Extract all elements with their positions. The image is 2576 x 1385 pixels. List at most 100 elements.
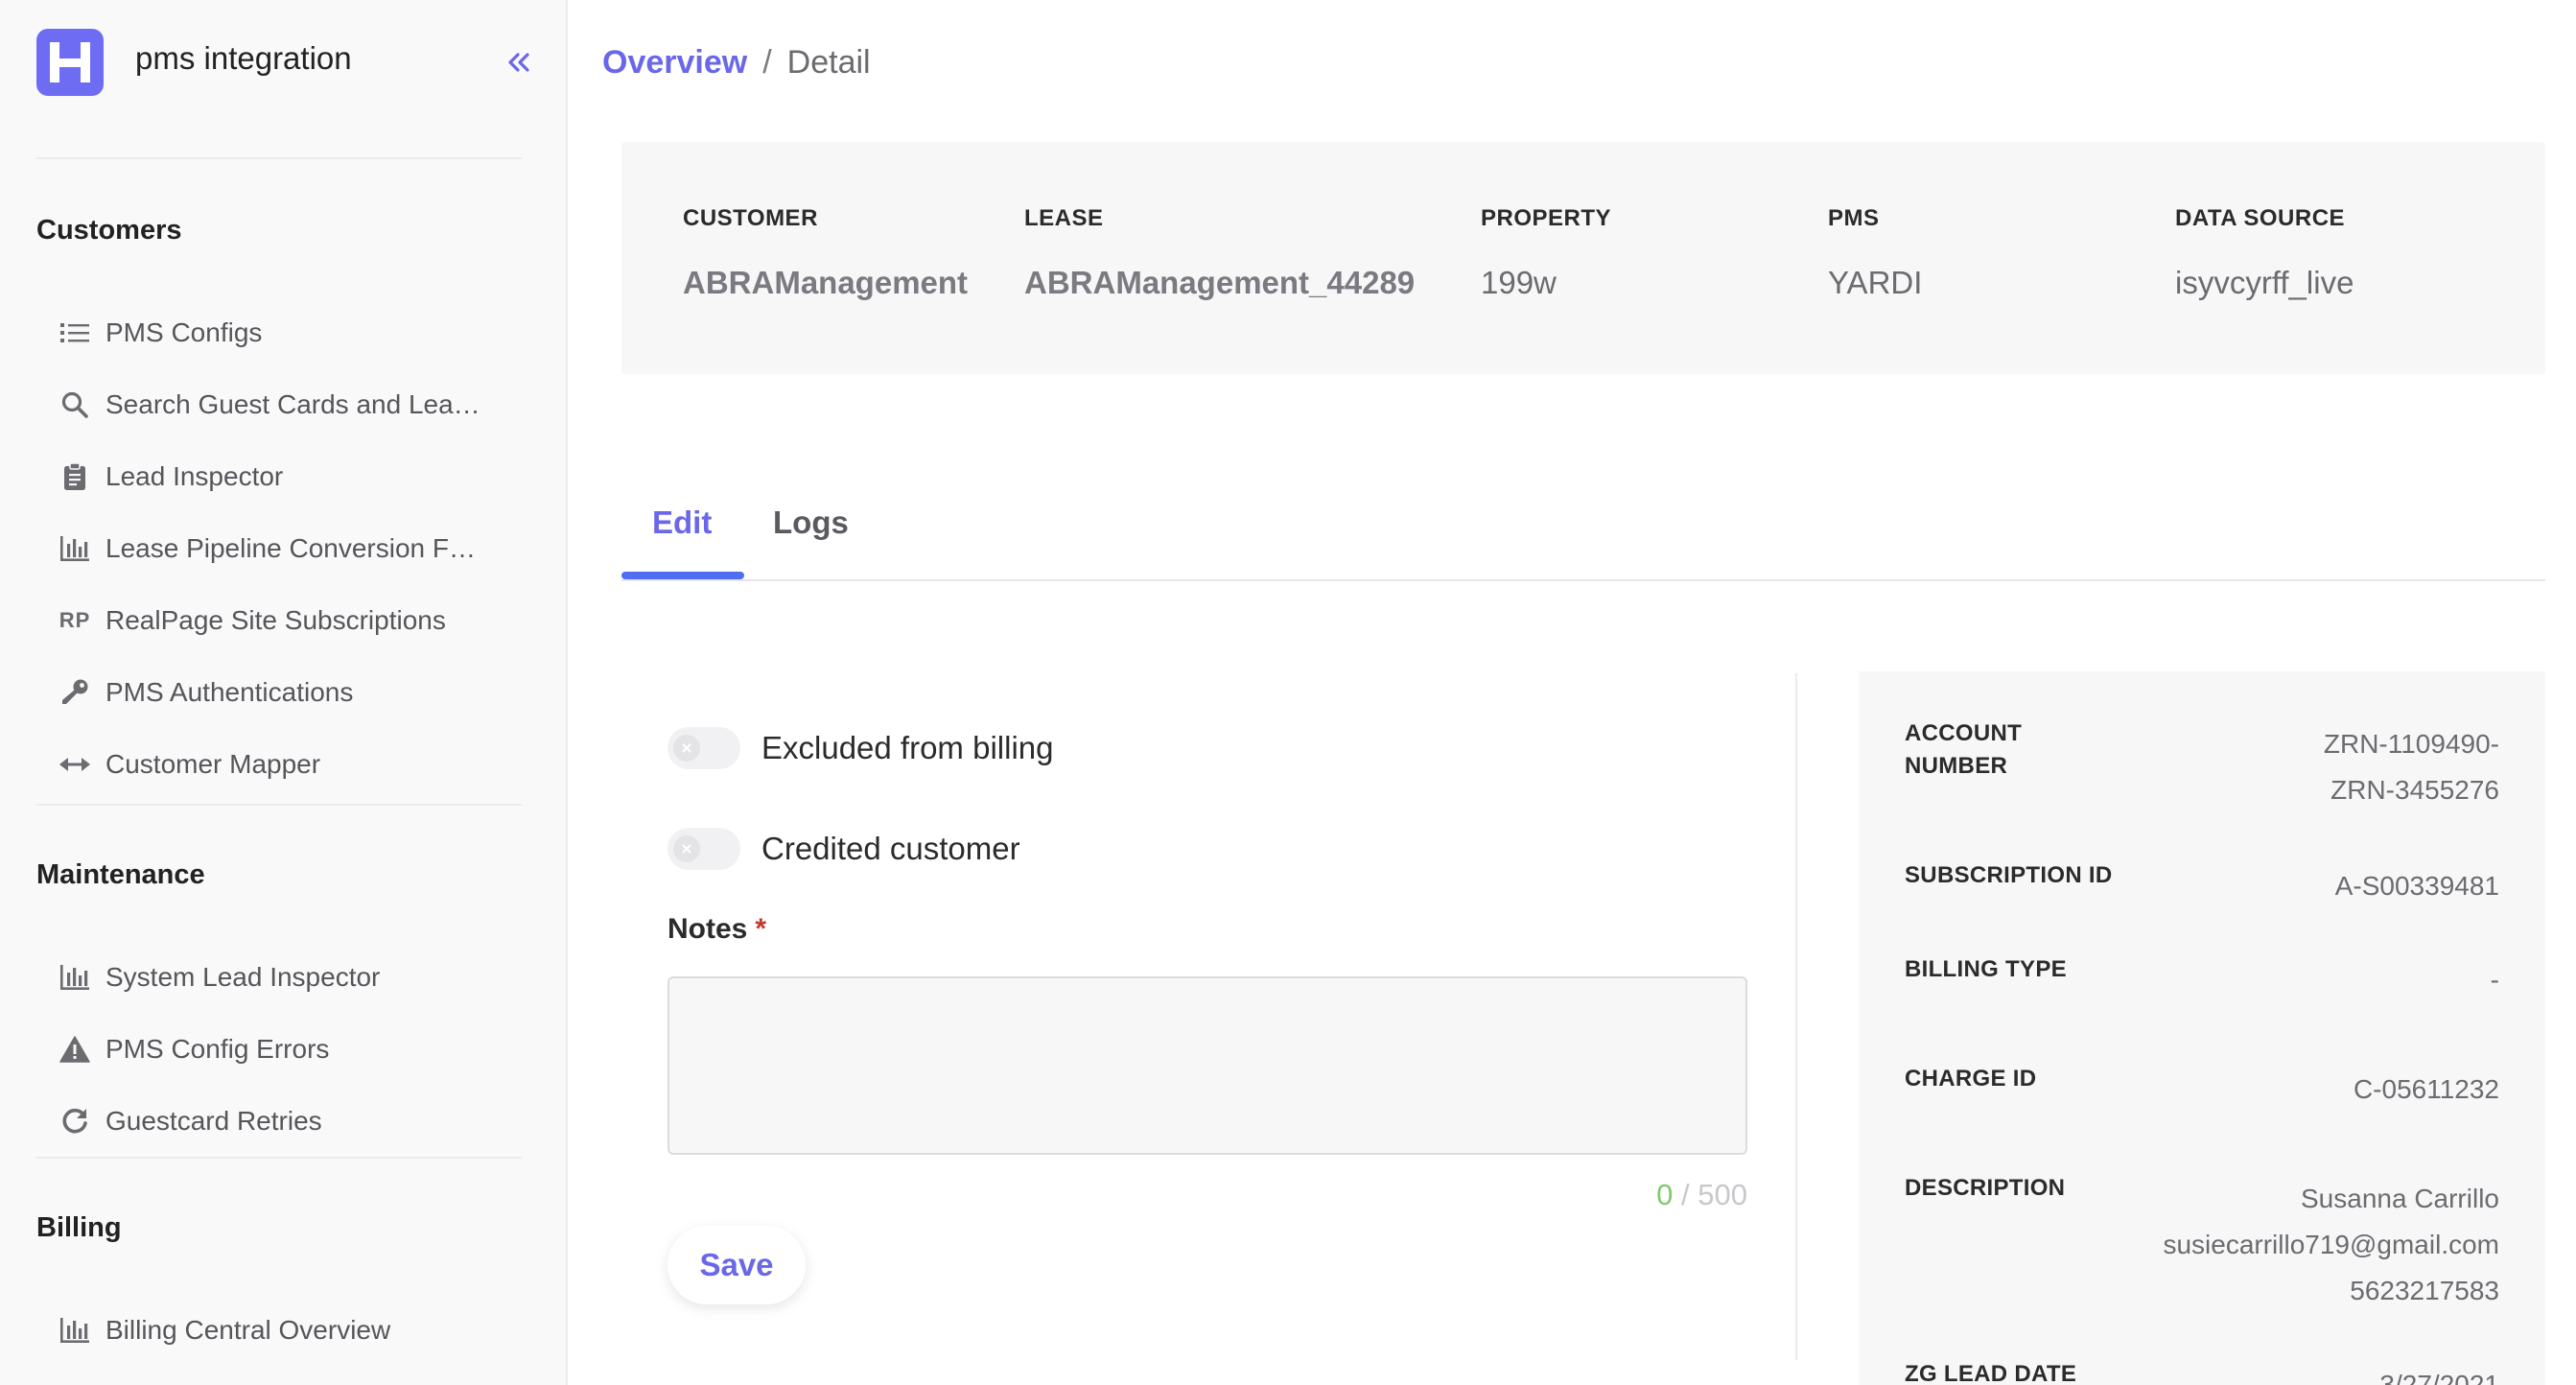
account-number-label-line1: ACCOUNT: [1905, 720, 2023, 746]
rp-icon: RP: [59, 608, 91, 632]
clipboard-icon: [50, 449, 100, 505]
sidebar-item-realpage-subscriptions[interactable]: RP RealPage Site Subscriptions: [36, 593, 522, 648]
sidebar-item-guestcard-retries[interactable]: Guestcard Retries: [36, 1093, 522, 1149]
summary-lease: LEASE ABRAManagement_44289: [1024, 205, 1415, 301]
excluded-from-billing-toggle[interactable]: [667, 727, 740, 769]
counter-current: 0: [1656, 1178, 1674, 1211]
credited-customer-toggle[interactable]: [667, 828, 740, 870]
brand: pms integration: [36, 29, 535, 96]
sidebar-item-label: PMS Configs: [105, 317, 263, 347]
panel-divider: [1795, 673, 1797, 1360]
bar-chart-icon: [50, 521, 100, 576]
credited-customer-label: Credited customer: [761, 831, 1020, 866]
billing-details-panel: ACCOUNT NUMBER ZRN-1109490- ZRN-3455276 …: [1859, 671, 2545, 1385]
breadcrumb-overview-link[interactable]: Overview: [602, 44, 747, 82]
sidebar-item-lead-inspector[interactable]: Lead Inspector: [36, 449, 522, 505]
sidebar-item-label: RealPage Site Subscriptions: [105, 605, 446, 635]
summary-customer-value: ABRAManagement: [683, 265, 969, 300]
sidebar-item-label: Search Guest Cards and Leases: [105, 389, 481, 419]
section-title-customers: Customers: [36, 215, 182, 246]
detail-tabs: Edit Logs: [621, 480, 2545, 581]
app-name: pms integration: [135, 40, 352, 76]
summary-property-label: PROPERTY: [1481, 205, 1612, 231]
description-value: Susanna Carrillo susiecarrillo719@gmail.…: [2163, 1176, 2499, 1314]
section-title-billing: Billing: [36, 1212, 122, 1243]
sidebar-item-billing-central-overview[interactable]: Billing Central Overview: [36, 1303, 522, 1358]
notes-char-counter: 0 / 500: [1534, 1178, 1747, 1212]
subscription-id-label: SUBSCRIPTION ID: [1905, 862, 2113, 888]
summary-property: PROPERTY 199w: [1481, 205, 1611, 301]
notes-textarea[interactable]: [667, 976, 1747, 1155]
notes-label-text: Notes: [667, 913, 748, 945]
sidebar-item-pms-config-errors[interactable]: PMS Config Errors: [36, 1021, 522, 1077]
credited-customer-row: Credited customer: [667, 828, 1020, 870]
h-logo-icon: [50, 42, 90, 82]
app-root: pms integration Customers PMS Configs Se…: [0, 0, 2576, 1385]
refresh-icon: [50, 1093, 100, 1149]
summary-property-value: 199w: [1481, 265, 1557, 300]
close-icon: [682, 844, 691, 854]
required-asterisk: *: [755, 913, 767, 945]
sidebar-item-customer-mapper[interactable]: Customer Mapper: [36, 737, 522, 792]
counter-max: 500: [1698, 1178, 1747, 1211]
notes-label: Notes *: [667, 913, 766, 946]
subscription-id-value: A-S00339481: [2334, 871, 2499, 901]
sidebar-item-label: PMS Authentications: [105, 677, 354, 707]
sidebar-item-label: Customer Mapper: [105, 749, 321, 779]
summary-data-source-label: DATA SOURCE: [2175, 205, 2346, 231]
double-chevron-left-icon: [508, 53, 529, 72]
breadcrumb: Overview / Detail: [602, 44, 871, 82]
excluded-from-billing-row: Excluded from billing: [667, 727, 1053, 769]
close-icon: [682, 743, 691, 753]
counter-separator: /: [1673, 1178, 1698, 1211]
charge-id-value: C-05611232: [2353, 1074, 2499, 1104]
sidebar-item-lease-pipeline[interactable]: Lease Pipeline Conversion Funnel: [36, 521, 522, 576]
summary-pms: PMS YARDI: [1828, 205, 1922, 301]
save-button[interactable]: Save: [667, 1226, 806, 1304]
sidebar-item-label: Lead Inspector: [105, 461, 284, 491]
zg-lead-date-value: 3/27/2021: [2379, 1370, 2499, 1385]
charge-id-label: CHARGE ID: [1905, 1066, 2037, 1092]
list-icon: [50, 305, 100, 361]
sidebar-divider: [36, 804, 522, 806]
account-number-value: ZRN-1109490- ZRN-3455276: [2324, 721, 2499, 813]
description-label: DESCRIPTION: [1905, 1175, 2066, 1201]
excluded-from-billing-label: Excluded from billing: [761, 730, 1054, 765]
billing-type-value: -: [2490, 965, 2499, 995]
account-number-value-line2: ZRN-3455276: [2330, 775, 2499, 805]
active-tab-indicator: [621, 572, 744, 579]
sidebar-item-label: Guestcard Retries: [105, 1106, 322, 1136]
arrows-horizontal-icon: [50, 737, 100, 792]
account-number-value-line1: ZRN-1109490-: [2323, 729, 2499, 759]
zg-lead-date-label: ZG LEAD DATE: [1905, 1361, 2077, 1385]
sidebar-item-label: PMS Config Errors: [105, 1034, 330, 1064]
sidebar: pms integration Customers PMS Configs Se…: [0, 0, 568, 1385]
sidebar-item-system-lead-inspector[interactable]: System Lead Inspector: [36, 950, 522, 1005]
summary-data-source-value: isyvcyrff_live: [2175, 265, 2354, 300]
toggle-knob: [673, 735, 700, 762]
warning-icon: [50, 1021, 100, 1077]
billing-type-label: BILLING TYPE: [1905, 956, 2067, 982]
description-email: susiecarrillo719@gmail.com: [2163, 1230, 2499, 1259]
tab-logs[interactable]: Logs: [773, 505, 849, 541]
sidebar-item-pms-configs[interactable]: PMS Configs: [36, 305, 522, 361]
sidebar-item-label: Lease Pipeline Conversion Funnel: [105, 533, 476, 563]
summary-customer-label: CUSTOMER: [683, 205, 818, 231]
summary-lease-value: ABRAManagement_44289: [1024, 265, 1416, 300]
summary-data-source: DATA SOURCE isyvcyrff_live: [2175, 205, 2354, 301]
sidebar-item-label: Billing Central Overview: [105, 1315, 391, 1345]
sidebar-item-pms-authentications[interactable]: PMS Authentications: [36, 665, 522, 720]
bar-chart-icon: [50, 1303, 100, 1358]
summary-pms-label: PMS: [1828, 205, 1880, 231]
brand-logo: [36, 29, 104, 96]
summary-lease-label: LEASE: [1024, 205, 1104, 231]
key-icon: [50, 665, 100, 720]
tab-edit[interactable]: Edit: [652, 505, 712, 541]
collapse-sidebar-button[interactable]: [495, 38, 543, 86]
summary-pms-value: YARDI: [1828, 265, 1923, 300]
summary-customer: CUSTOMER ABRAManagement: [683, 205, 968, 301]
toggle-knob: [673, 835, 700, 862]
sidebar-item-search-guest-cards[interactable]: Search Guest Cards and Leases: [36, 377, 522, 433]
description-name: Susanna Carrillo: [2301, 1184, 2499, 1213]
description-phone: 5623217583: [2350, 1276, 2499, 1305]
